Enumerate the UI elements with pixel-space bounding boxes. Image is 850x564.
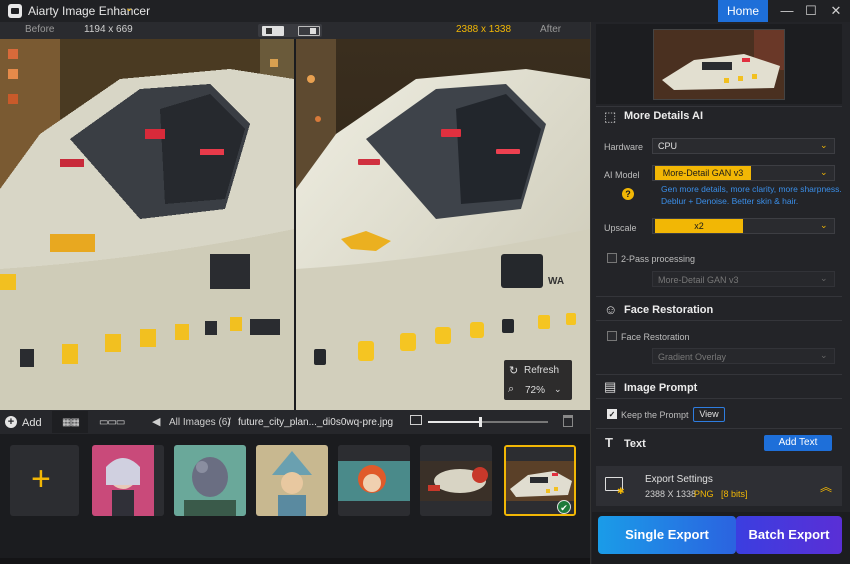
hardware-select[interactable] [652,138,835,154]
chevron-down-icon[interactable]: ⌄ [820,273,828,284]
export-settings-title: Export Settings [645,474,713,485]
thumbnail-image[interactable] [420,445,492,516]
chevron-down-icon[interactable]: ⌄ [820,350,828,361]
home-button[interactable]: Home [718,0,768,22]
thumbnail-image[interactable] [338,445,410,516]
grid-small-icon[interactable]: ▭▭▭ [99,417,125,428]
back-arrow-icon[interactable]: ◀ [152,415,160,428]
export-size: 2388 X 1338 [645,489,697,499]
svg-text:WA: WA [548,276,564,287]
grid-large-icon[interactable]: ▦▦ [62,417,80,428]
breadcrumb-separator: / [228,417,231,428]
add-text-button[interactable]: Add Text [764,435,832,451]
gear-icon: ✱ [617,486,625,496]
export-format: PNG [694,489,714,499]
keep-prompt-checkbox[interactable]: ✓ [607,409,617,419]
thumbnail-image[interactable] [174,445,246,516]
hardware-label: Hardware [604,142,644,152]
after-label: After [540,24,562,35]
text-icon: T [605,435,613,450]
document-icon: ▤ [604,379,617,394]
add-icon[interactable]: + [5,416,17,428]
two-pass-label: 2-Pass processing [621,254,696,264]
section-divider [596,428,842,429]
check-icon: ✔ [557,500,571,514]
split-view-icon[interactable] [262,26,284,36]
refresh-icon[interactable]: ↻ [509,364,518,377]
upscale-label: Upscale [604,223,637,233]
section-title-more-details: More Details AI [624,110,704,122]
section-divider [596,374,842,375]
thumbnail-size-slider-fill [428,421,480,423]
breadcrumb-file-name: future_city_plan..._di0s0wq-pre.jpg [238,417,394,428]
enhance-icon: ⬚ [604,109,617,124]
keep-prompt-label: Keep the Prompt [621,410,689,420]
before-size: 1194 x 669 [84,24,133,35]
section-title-text: Text [624,438,646,450]
section-divider [596,106,842,107]
before-image[interactable] [0,39,294,410]
chevron-down-icon[interactable]: ⌄ [125,3,137,17]
section-title-face-restoration: Face Restoration [624,304,714,316]
close-icon[interactable]: ✕ [823,0,849,22]
section-divider [596,296,842,297]
thumbnail-size-slider-handle[interactable] [479,417,482,427]
ai-model-value[interactable]: More-Detail GAN v3 [655,166,751,180]
minimize-icon[interactable]: — [774,0,800,22]
maximize-icon[interactable]: ☐ [798,0,824,22]
face-restoration-label: Face Restoration [621,332,690,342]
status-strip [0,558,590,564]
zoom-icon[interactable]: ⌕ [508,383,514,396]
export-settings[interactable] [596,466,842,506]
after-image[interactable]: WA [296,39,590,410]
thumbnail-image[interactable] [92,445,164,516]
face-restoration-checkbox[interactable] [607,331,617,341]
after-size: 2388 x 1338 [456,24,512,35]
chevron-down-icon[interactable]: ⌄ [554,384,562,395]
section-divider [596,320,842,321]
help-icon[interactable]: ? [622,188,634,200]
ai-model-label: AI Model [604,170,640,180]
export-bit-depth: [8 bits] [721,489,748,499]
image-size-icon [410,415,422,425]
side-by-side-view-icon[interactable] [298,26,320,36]
navigator-preview-image[interactable] [653,29,785,100]
batch-export-button[interactable]: Batch Export [736,516,842,554]
thumbnail-image[interactable] [256,445,328,516]
chevron-down-icon[interactable]: ⌄ [820,220,828,231]
section-divider [596,398,842,399]
face-mode-value: Gradient Overlay [658,352,727,362]
before-label: Before [25,24,55,35]
ai-model-description: Gen more details, more clarity, more sha… [661,184,842,194]
chevron-up-icon[interactable]: ︽ [820,478,832,495]
chevron-down-icon[interactable]: ⌄ [820,167,828,178]
two-pass-checkbox[interactable] [607,253,617,263]
two-pass-model-value: More-Detail GAN v3 [658,275,739,285]
ai-model-description: Deblur + Denoise. Better skin & hair. [661,196,799,206]
refresh-button[interactable]: Refresh [524,365,559,376]
single-export-button[interactable]: Single Export [598,516,736,554]
add-button[interactable]: Add [22,417,42,429]
trash-icon[interactable] [563,415,573,427]
app-logo [8,4,22,18]
section-title-image-prompt: Image Prompt [624,382,698,394]
chevron-down-icon[interactable]: ⌄ [820,140,828,151]
plus-icon[interactable]: + [31,460,51,499]
upscale-value[interactable]: x2 [655,219,743,233]
face-icon: ☺ [604,302,618,317]
breadcrumb-all-images[interactable]: All Images (6) [169,417,231,428]
zoom-level[interactable]: 72% [525,385,545,396]
view-prompt-button[interactable]: View [693,407,725,422]
hardware-value: CPU [658,141,678,151]
